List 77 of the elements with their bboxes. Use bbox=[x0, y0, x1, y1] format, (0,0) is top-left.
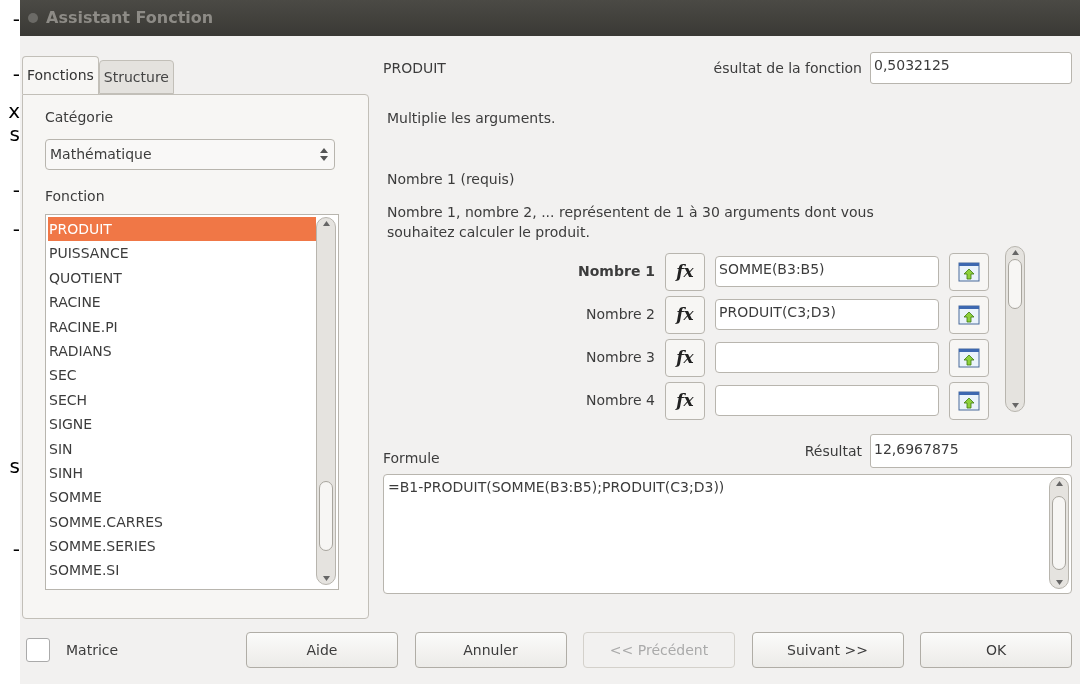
shrink-button[interactable] bbox=[949, 338, 989, 377]
function-list-item[interactable]: SOMME.CARRES bbox=[48, 509, 316, 535]
shrink-button[interactable] bbox=[949, 295, 989, 334]
scrollbar-thumb[interactable] bbox=[1052, 496, 1066, 570]
argument-field[interactable] bbox=[715, 342, 939, 373]
background-text-fragment: s bbox=[9, 455, 20, 477]
scrollbar[interactable] bbox=[1049, 477, 1069, 589]
window-title: Assistant Fonction bbox=[46, 7, 214, 29]
dialog-button[interactable]: Aide bbox=[246, 632, 398, 668]
function-name: PRODUIT bbox=[383, 58, 447, 78]
background-text-fragment: - bbox=[12, 63, 20, 85]
result-label: Résultat bbox=[804, 441, 863, 461]
argument-label: Nombre 1 bbox=[577, 262, 655, 281]
function-wizard-button[interactable]: fx bbox=[665, 381, 705, 420]
function-description: Multiplie les arguments. bbox=[386, 109, 557, 128]
background-text-fragment: - bbox=[12, 218, 20, 240]
dialog-button[interactable]: OK bbox=[920, 632, 1072, 668]
function-list-item[interactable]: SOMME.SI bbox=[48, 558, 316, 583]
shrink-window-icon bbox=[958, 260, 980, 283]
scroll-up-arrow-icon[interactable] bbox=[322, 221, 330, 226]
argument-title: Nombre 1 (requis) bbox=[386, 170, 516, 189]
background-text-fragment: s bbox=[9, 123, 20, 145]
shrink-button[interactable] bbox=[949, 252, 989, 291]
function-list-item[interactable]: RADIANS bbox=[48, 338, 316, 364]
matrix-label: Matrice bbox=[66, 640, 120, 660]
tab[interactable]: Fonctions bbox=[22, 56, 99, 94]
scrollbar[interactable] bbox=[1005, 246, 1025, 412]
function-list-item[interactable]: RACINE.PI bbox=[48, 314, 316, 339]
scrollbar[interactable] bbox=[316, 217, 336, 585]
function-list-item[interactable]: SOMME.SERIES bbox=[48, 534, 316, 559]
function-list-item[interactable]: SINH bbox=[48, 460, 316, 486]
function-list-item[interactable]: QUOTIENT bbox=[48, 265, 316, 291]
function-wizard-button[interactable]: fx bbox=[665, 295, 705, 334]
scrollbar-thumb[interactable] bbox=[319, 481, 333, 551]
argument-label: Nombre 2 bbox=[585, 305, 655, 324]
scroll-down-arrow-icon[interactable] bbox=[1055, 580, 1063, 585]
argument-field[interactable]: SOMME(B3:B5) bbox=[715, 256, 939, 287]
function-label: Fonction bbox=[45, 187, 106, 206]
category-select[interactable]: Mathématique bbox=[45, 139, 335, 170]
scroll-up-arrow-icon[interactable] bbox=[1055, 481, 1063, 486]
function-list-item[interactable]: SIGNE bbox=[48, 412, 316, 437]
scroll-up-arrow-icon[interactable] bbox=[1011, 250, 1019, 255]
category-label: Catégorie bbox=[45, 108, 115, 127]
matrix-checkbox[interactable] bbox=[26, 638, 50, 662]
argument-field[interactable]: PRODUIT(C3;D3) bbox=[715, 299, 939, 330]
function-list-item[interactable]: SECH bbox=[48, 387, 316, 413]
scroll-down-arrow-icon[interactable] bbox=[1011, 403, 1019, 408]
shrink-button[interactable] bbox=[949, 381, 989, 420]
shrink-window-icon bbox=[958, 346, 980, 369]
formula-field[interactable]: =B1-PRODUIT(SOMME(B3:B5);PRODUIT(C3;D3)) bbox=[383, 474, 1072, 594]
argument-label: Nombre 4 bbox=[585, 391, 655, 410]
argument-field[interactable] bbox=[715, 385, 939, 416]
argument-label: Nombre 3 bbox=[585, 348, 655, 367]
function-list-item[interactable]: RACINE bbox=[48, 290, 316, 315]
background-text-fragment: - bbox=[12, 179, 20, 201]
scrollbar-thumb[interactable] bbox=[1008, 259, 1022, 309]
function-result-label: ésultat de la fonction bbox=[712, 58, 863, 78]
function-list-item[interactable]: PUISSANCE bbox=[48, 241, 316, 266]
dialog-button[interactable]: Suivant >> bbox=[751, 632, 904, 668]
result-field[interactable]: 12,6967875 bbox=[870, 434, 1072, 468]
spinner-icon bbox=[320, 148, 328, 161]
argument-help: Nombre 1, nombre 2, ... représentent de 1 à 30 arguments dont vous souhaitez calculer le produit. bbox=[386, 203, 875, 242]
shrink-window-icon bbox=[958, 389, 980, 412]
shrink-window-icon bbox=[958, 303, 980, 326]
background-text-fragment: x bbox=[8, 100, 20, 122]
tab[interactable]: Structure bbox=[98, 60, 174, 94]
background-text-fragment: - bbox=[12, 8, 20, 30]
function-wizard-button[interactable]: fx bbox=[665, 338, 705, 377]
scroll-down-arrow-icon[interactable] bbox=[322, 576, 330, 581]
dialog-button[interactable]: Annuler bbox=[414, 632, 567, 668]
function-wizard-button[interactable]: fx bbox=[665, 252, 705, 291]
function-result-field[interactable]: 0,5032125 bbox=[870, 52, 1072, 84]
function-list-item[interactable]: SOMME bbox=[48, 485, 316, 510]
function-list-item[interactable]: SEC bbox=[48, 363, 316, 388]
formula-label: Formule bbox=[383, 448, 441, 468]
background-text-fragment: - bbox=[12, 538, 20, 560]
function-list-item[interactable]: SIN bbox=[48, 436, 316, 461]
